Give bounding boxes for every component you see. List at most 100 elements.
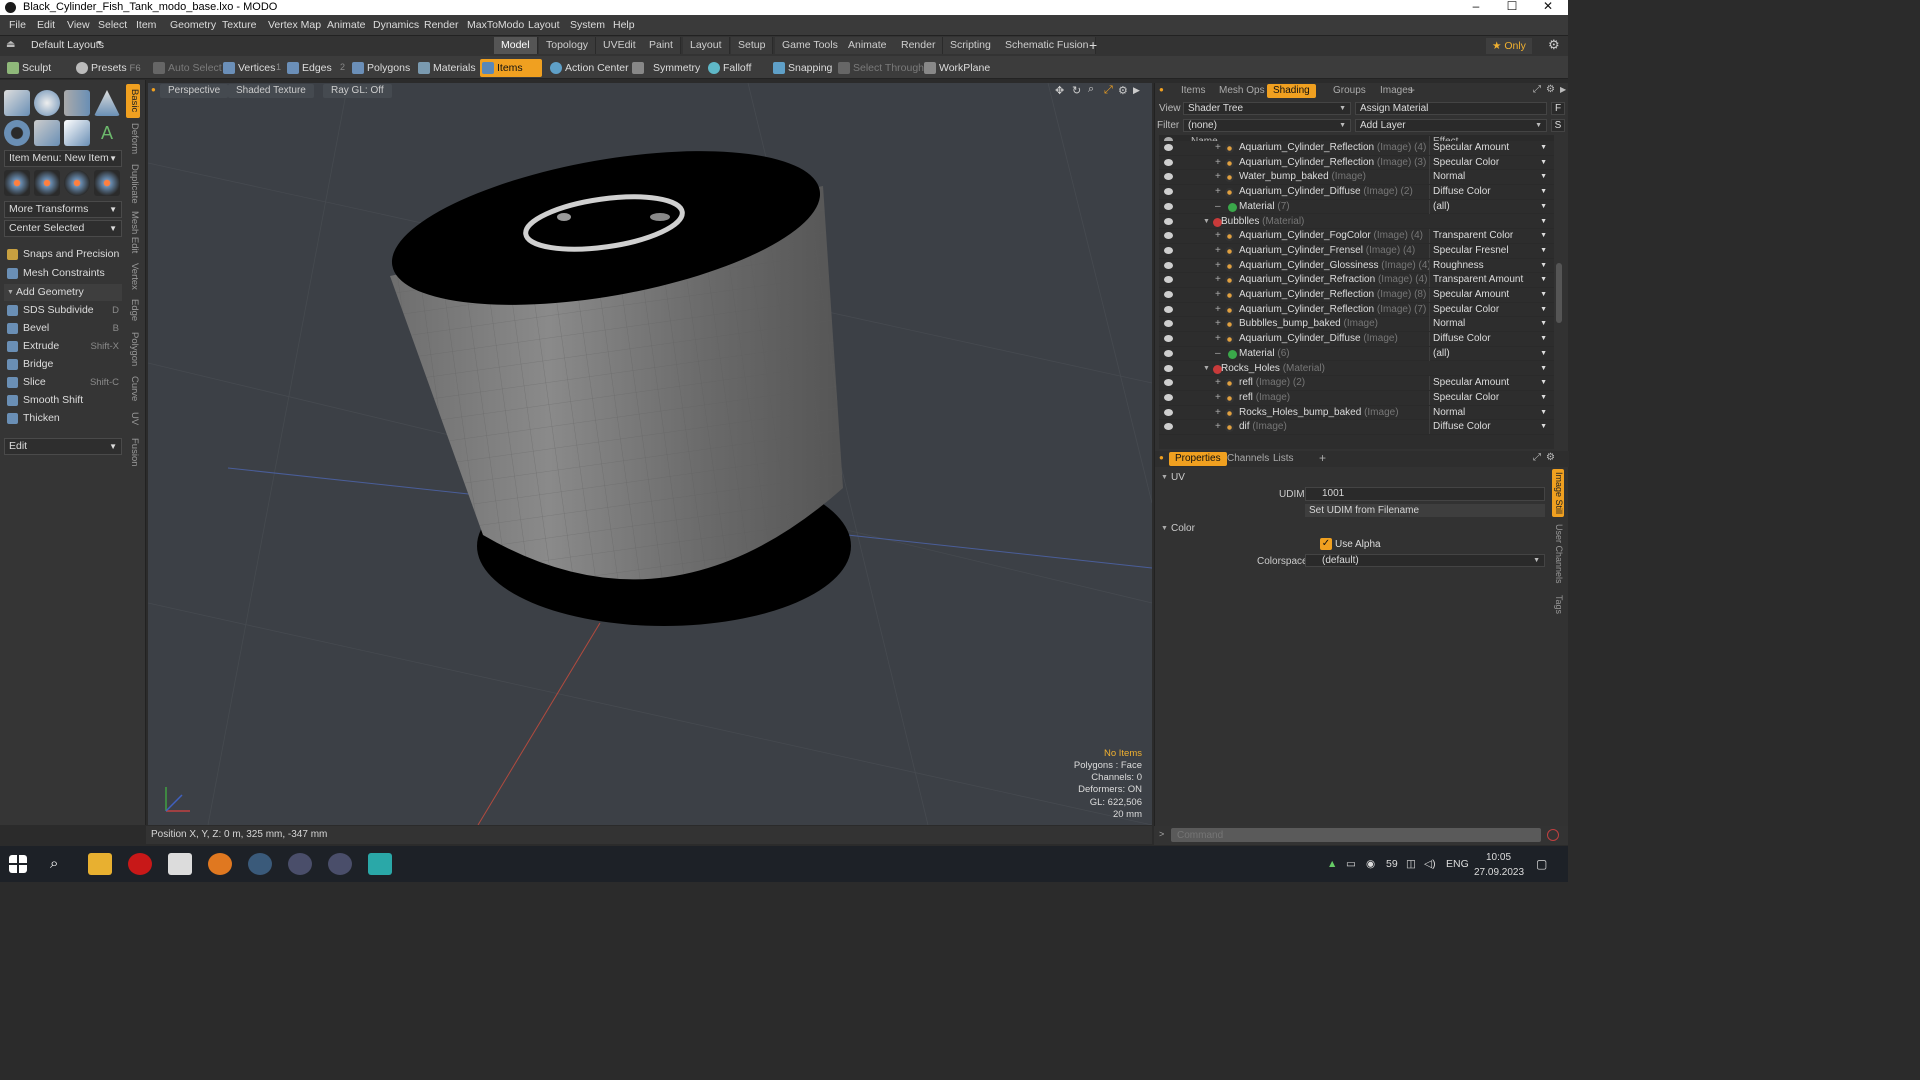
workplane-button[interactable]: WorkPlane	[922, 59, 990, 77]
add-tab-button[interactable]: +	[1408, 83, 1415, 97]
effect-dropdown[interactable]: Specular Amount ▼	[1429, 376, 1549, 391]
visibility-eye-icon[interactable]	[1164, 261, 1173, 269]
effect-dropdown[interactable]: Diffuse Color ▼	[1429, 332, 1549, 347]
add-tab-button[interactable]: +	[1089, 37, 1097, 53]
clock-date[interactable]: 27.09.2023	[1474, 867, 1524, 878]
vtab-duplicate[interactable]: Duplicate	[126, 162, 140, 206]
windows-start-icon[interactable]	[9, 855, 27, 873]
transform-tool-icon[interactable]	[34, 170, 60, 196]
shading-mode-dropdown[interactable]: Shaded Texture	[228, 84, 314, 98]
opera-icon[interactable]	[128, 853, 152, 875]
visibility-eye-icon[interactable]	[1164, 349, 1173, 357]
shader-tree-row[interactable]: + Water_bump_baked (Image) Normal ▼	[1159, 170, 1554, 186]
maximize-button[interactable]: ☐	[1494, 0, 1530, 15]
cube-tool-icon[interactable]	[4, 90, 30, 116]
expand-plus-icon[interactable]: +	[1215, 244, 1221, 258]
app-icon-8[interactable]	[368, 853, 392, 875]
minimize-button[interactable]: –	[1458, 0, 1494, 15]
view-dropdown[interactable]: Shader Tree ▼	[1183, 102, 1351, 115]
vtab-fusion[interactable]: Fusion	[126, 434, 140, 470]
search-icon[interactable]: ⌕	[50, 855, 58, 872]
mesh-constraints-button[interactable]: Mesh Constraints	[4, 265, 122, 282]
expand-plus-icon[interactable]: +	[1215, 420, 1221, 434]
presets-button[interactable]: Presets F6	[74, 59, 146, 77]
props-gear-icon[interactable]: ⚙	[1546, 452, 1555, 463]
vtab-vertex[interactable]: Vertex	[126, 259, 140, 293]
vtab-uv[interactable]: UV	[126, 408, 140, 430]
center-selected-dropdown[interactable]: Center Selected ▼	[4, 220, 122, 237]
expand-plus-icon[interactable]: +	[1215, 185, 1221, 199]
visibility-eye-icon[interactable]	[1164, 246, 1173, 254]
viewport-menu-dot[interactable]: ●	[151, 85, 156, 94]
snaps-and-precision-button[interactable]: Snaps and Precision	[4, 246, 122, 263]
viewport-gear-icon[interactable]: ⚙	[1118, 84, 1128, 97]
tab-topology[interactable]: Topology	[539, 37, 597, 54]
item-menu-dropdown[interactable]: Item Menu: New Item ▼	[4, 150, 122, 167]
polygons-button[interactable]: Polygons	[350, 59, 410, 77]
capsule-tool-icon[interactable]	[34, 120, 60, 146]
shader-tree-row[interactable]: + Aquarium_Cylinder_FogColor (Image) (4) T…	[1159, 229, 1554, 244]
chevron-down-icon[interactable]: ▼	[1161, 525, 1168, 532]
menu-maxtomodo[interactable]: MaxToModo	[467, 19, 524, 31]
menu-texture[interactable]: Texture	[222, 19, 256, 31]
shader-tree-row[interactable]: + Aquarium_Cylinder_Glossiness (Image) (4…	[1159, 258, 1554, 274]
collapse-arrow-icon[interactable]: ▼	[1203, 215, 1210, 229]
modo-taskbar-icon[interactable]	[248, 853, 272, 875]
effect-dropdown[interactable]: Specular Color ▼	[1429, 390, 1549, 405]
side-tab-tags[interactable]: Tags	[1552, 591, 1564, 619]
effect-dropdown[interactable]: Specular Amount ▼	[1429, 141, 1549, 155]
auto-select-button[interactable]: Auto Select	[151, 59, 222, 77]
move-tool-icon[interactable]	[4, 170, 30, 196]
color-section-label[interactable]: Color	[1171, 523, 1195, 534]
layout-menu-icon[interactable]: ⏏	[6, 39, 15, 50]
add-props-tab-button[interactable]: +	[1319, 451, 1326, 465]
app-icon-7[interactable]	[328, 853, 352, 875]
side-tab-image-still[interactable]: Image Still	[1552, 469, 1564, 517]
expand-plus-icon[interactable]: +	[1215, 229, 1221, 243]
menu-system[interactable]: System	[570, 19, 605, 31]
expand-plus-icon[interactable]: +	[1215, 332, 1221, 346]
tab-items[interactable]: Items	[1175, 84, 1211, 98]
visibility-eye-icon[interactable]	[1164, 202, 1173, 210]
shader-tree-row[interactable]: – Material (7) (all) ▼	[1159, 199, 1554, 215]
visibility-eye-icon[interactable]	[1164, 158, 1173, 166]
collapse-arrow-icon[interactable]: ▼	[1203, 362, 1210, 376]
command-input[interactable]	[1171, 828, 1541, 842]
default-layouts-dropdown[interactable]: Default Layouts	[31, 39, 104, 51]
set-udim-button[interactable]: Set UDIM from Filename	[1305, 504, 1545, 517]
sds-subdivide-button[interactable]: SDS Subdivide D	[4, 302, 122, 319]
expand-plus-icon[interactable]: +	[1215, 288, 1221, 302]
more-transforms-dropdown[interactable]: More Transforms ▼	[4, 201, 122, 218]
uv-section-label[interactable]: UV	[1171, 472, 1185, 483]
panel-expand-icon[interactable]: ⤢	[1533, 84, 1541, 95]
shader-tree-row[interactable]: + Aquarium_Cylinder_Diffuse (Image) Diffus…	[1159, 332, 1554, 347]
shader-tree-row[interactable]: + Aquarium_Cylinder_Refraction (Image) (4…	[1159, 273, 1554, 288]
edit-dropdown[interactable]: Edit ▼	[4, 438, 122, 455]
snapping-button[interactable]: Snapping	[771, 59, 832, 77]
menu-select[interactable]: Select	[98, 19, 127, 31]
filter-dropdown[interactable]: (none) ▼	[1183, 119, 1351, 132]
visibility-eye-icon[interactable]	[1164, 423, 1173, 431]
shader-tree-row[interactable]: + Aquarium_Cylinder_Reflection (Image) (4…	[1159, 141, 1554, 156]
tab-groups[interactable]: Groups	[1327, 84, 1372, 98]
tab-render[interactable]: Render	[894, 37, 944, 54]
volume-icon[interactable]: ◁)	[1424, 858, 1436, 870]
language-indicator[interactable]: ENG	[1446, 858, 1469, 870]
shader-tree-row[interactable]: + Aquarium_Cylinder_Reflection (Image) (8…	[1159, 288, 1554, 303]
cone-tool-icon[interactable]	[94, 90, 120, 116]
blender-icon[interactable]	[208, 853, 232, 875]
tab-layout[interactable]: Layout	[683, 37, 730, 54]
panel-gear-icon[interactable]: ⚙	[1546, 84, 1555, 95]
text-tool-icon[interactable]: A	[94, 120, 120, 146]
app-icon-6[interactable]	[288, 853, 312, 875]
materials-button[interactable]: Materials	[416, 59, 476, 77]
visibility-eye-icon[interactable]	[1164, 144, 1173, 151]
menu-layout[interactable]: Layout	[528, 19, 560, 31]
select-through-button[interactable]: Select Through	[836, 59, 924, 77]
effect-dropdown[interactable]: Diffuse Color ▼	[1429, 185, 1549, 200]
tab-model[interactable]: Model	[494, 37, 538, 54]
cylinder-tool-icon[interactable]	[64, 90, 90, 116]
gear-icon[interactable]: ⚙	[1548, 37, 1560, 53]
vtab-polygon[interactable]: Polygon	[126, 328, 140, 370]
menu-dynamics[interactable]: Dynamics	[373, 19, 419, 31]
